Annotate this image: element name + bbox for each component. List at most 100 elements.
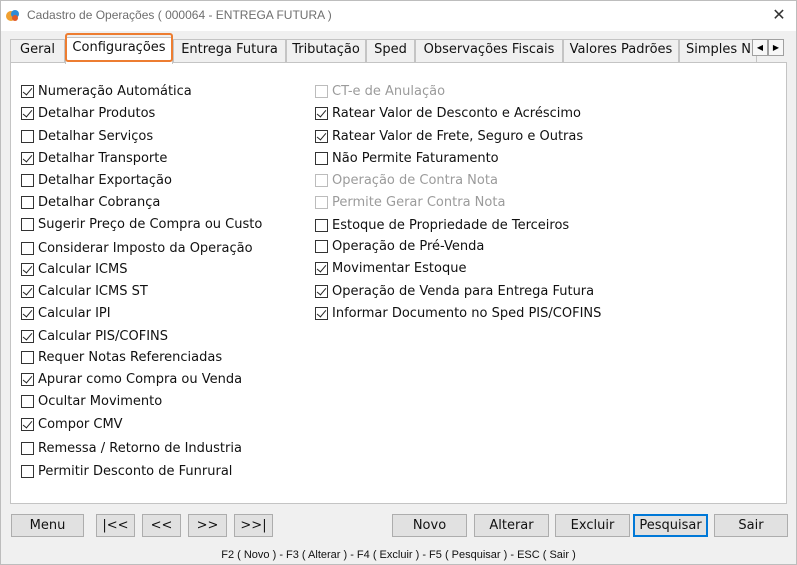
- option-label: Detalhar Exportação: [38, 172, 172, 188]
- option-calcular-pis-cofins[interactable]: Calcular PIS/COFINS: [21, 327, 168, 345]
- checkbox[interactable]: [315, 106, 328, 120]
- option-label: CT-e de Anulação: [332, 83, 446, 99]
- checkbox: [315, 195, 328, 209]
- option-label: Ratear Valor de Frete, Seguro e Outras: [332, 128, 584, 144]
- checkbox[interactable]: [21, 417, 34, 431]
- option-label: Calcular ICMS: [38, 261, 128, 277]
- checkbox[interactable]: [21, 151, 34, 165]
- option-estoque-de-propriedade-de-terceiros[interactable]: Estoque de Propriedade de Terceiros: [315, 216, 569, 234]
- option-calcular-icms-st[interactable]: Calcular ICMS ST: [21, 282, 148, 300]
- option-apurar-como-compra-ou-venda[interactable]: Apurar como Compra ou Venda: [21, 370, 242, 388]
- option-considerar-imposto-da-operacao[interactable]: Considerar Imposto da Operação: [21, 239, 253, 257]
- next-record-button[interactable]: >>: [188, 514, 227, 537]
- checkbox[interactable]: [21, 306, 34, 320]
- checkbox[interactable]: [21, 329, 34, 343]
- tab-observacoes-fiscais[interactable]: Observações Fiscais: [415, 39, 563, 62]
- tab-geral[interactable]: Geral: [10, 39, 65, 62]
- last-record-button[interactable]: >>|: [234, 514, 273, 537]
- checkbox[interactable]: [21, 262, 34, 276]
- tab-valores-padroes[interactable]: Valores Padrões: [563, 39, 679, 62]
- option-detalhar-servicos[interactable]: Detalhar Serviços: [21, 127, 153, 145]
- checkbox[interactable]: [315, 239, 328, 253]
- option-detalhar-produtos[interactable]: Detalhar Produtos: [21, 104, 155, 122]
- option-detalhar-exportacao[interactable]: Detalhar Exportação: [21, 171, 172, 189]
- novo-button[interactable]: Novo: [392, 514, 467, 537]
- checkbox[interactable]: [21, 284, 34, 298]
- option-label: Detalhar Produtos: [38, 105, 156, 121]
- excluir-button[interactable]: Excluir: [555, 514, 630, 537]
- option-label: Detalhar Transporte: [38, 150, 168, 166]
- option-label: Permitir Desconto de Funrural: [38, 463, 233, 479]
- option-label: Calcular IPI: [38, 305, 111, 321]
- checkbox[interactable]: [21, 372, 34, 386]
- option-remessa-retorno-de-industria[interactable]: Remessa / Retorno de Industria: [21, 439, 242, 457]
- option-label: Calcular PIS/COFINS: [38, 328, 168, 344]
- checkbox[interactable]: [315, 284, 328, 298]
- checkbox[interactable]: [315, 218, 328, 232]
- option-detalhar-transporte[interactable]: Detalhar Transporte: [21, 149, 167, 167]
- option-ct-e-de-anulacao: CT-e de Anulação: [315, 82, 445, 100]
- window-title: Cadastro de Operações ( 000064 - ENTREGA…: [27, 8, 332, 22]
- option-permitir-desconto-de-funrural[interactable]: Permitir Desconto de Funrural: [21, 462, 232, 480]
- option-label: Estoque de Propriedade de Terceiros: [332, 217, 570, 233]
- option-label: Operação de Contra Nota: [332, 172, 498, 188]
- checkbox: [315, 84, 328, 98]
- checkbox[interactable]: [315, 306, 328, 320]
- checkbox[interactable]: [315, 129, 328, 143]
- checkbox[interactable]: [21, 394, 34, 408]
- option-calcular-icms[interactable]: Calcular ICMS: [21, 260, 127, 278]
- option-permite-gerar-contra-nota: Permite Gerar Contra Nota: [315, 193, 505, 211]
- checkbox[interactable]: [315, 261, 328, 275]
- option-movimentar-estoque[interactable]: Movimentar Estoque: [315, 259, 466, 277]
- previous-record-button[interactable]: <<: [142, 514, 181, 537]
- option-numeracao-automatica[interactable]: Numeração Automática: [21, 82, 192, 100]
- checkbox[interactable]: [21, 173, 34, 187]
- menu-button[interactable]: Menu: [11, 514, 84, 537]
- checkbox[interactable]: [21, 350, 34, 364]
- option-detalhar-cobranca[interactable]: Detalhar Cobrança: [21, 193, 160, 211]
- option-label: Considerar Imposto da Operação: [38, 240, 253, 256]
- checkbox[interactable]: [315, 151, 328, 165]
- option-compor-cmv[interactable]: Compor CMV: [21, 415, 123, 433]
- pesquisar-button[interactable]: Pesquisar: [633, 514, 708, 537]
- option-informar-documento-no-sped-pis-cofins[interactable]: Informar Documento no Sped PIS/COFINS: [315, 304, 601, 322]
- option-label: Operação de Pré-Venda: [332, 238, 485, 254]
- title-bar: Cadastro de Operações ( 000064 - ENTREGA…: [1, 1, 796, 31]
- checkbox[interactable]: [21, 441, 34, 455]
- tab-scroll-right-icon[interactable]: ▶: [768, 39, 784, 56]
- option-nao-permite-faturamento[interactable]: Não Permite Faturamento: [315, 149, 499, 167]
- first-record-button[interactable]: |<<: [96, 514, 135, 537]
- checkbox[interactable]: [21, 241, 34, 255]
- checkbox[interactable]: [21, 84, 34, 98]
- tab-scroll-left-icon[interactable]: ◀: [752, 39, 768, 56]
- tab-simples-nacional[interactable]: Simples N: [679, 39, 757, 62]
- checkbox: [315, 173, 328, 187]
- tab-configuracoes[interactable]: Configurações: [65, 37, 173, 64]
- tab-entrega-futura[interactable]: Entrega Futura: [173, 39, 286, 62]
- sair-button[interactable]: Sair: [714, 514, 788, 537]
- configuracoes-panel: Numeração Automática Detalhar Produtos Det…: [10, 62, 787, 504]
- option-ratear-valor-de-desconto-e-acrescimo[interactable]: Ratear Valor de Desconto e Acréscimo: [315, 104, 581, 122]
- checkbox[interactable]: [21, 464, 34, 478]
- alterar-button[interactable]: Alterar: [474, 514, 549, 537]
- close-icon[interactable]: ✕: [770, 6, 788, 24]
- option-operacao-de-contra-nota: Operação de Contra Nota: [315, 171, 498, 189]
- tab-sped[interactable]: Sped: [366, 39, 415, 62]
- option-operacao-de-venda-para-entrega-futura[interactable]: Operação de Venda para Entrega Futura: [315, 282, 594, 300]
- shortcut-status-bar: F2 ( Novo ) - F3 ( Alterar ) - F4 ( Excl…: [221, 549, 576, 561]
- checkbox[interactable]: [21, 129, 34, 143]
- option-sugerir-preco-de-compra-ou-custo[interactable]: Sugerir Preço de Compra ou Custo: [21, 215, 262, 233]
- checkbox[interactable]: [21, 106, 34, 120]
- checkbox[interactable]: [21, 195, 34, 209]
- operations-window: Cadastro de Operações ( 000064 - ENTREGA…: [0, 0, 797, 565]
- option-label: Ocultar Movimento: [38, 393, 163, 409]
- option-label: Permite Gerar Contra Nota: [332, 194, 506, 210]
- option-calcular-ipi[interactable]: Calcular IPI: [21, 304, 111, 322]
- option-requer-notas-referenciadas[interactable]: Requer Notas Referenciadas: [21, 348, 222, 366]
- tab-tributacao[interactable]: Tributação: [286, 39, 366, 62]
- option-operacao-de-pre-venda[interactable]: Operação de Pré-Venda: [315, 237, 484, 255]
- option-ocultar-movimento[interactable]: Ocultar Movimento: [21, 392, 162, 410]
- option-label: Sugerir Preço de Compra ou Custo: [38, 216, 263, 232]
- checkbox[interactable]: [21, 217, 34, 231]
- option-ratear-valor-de-frete-seguro-e-outras[interactable]: Ratear Valor de Frete, Seguro e Outras: [315, 127, 583, 145]
